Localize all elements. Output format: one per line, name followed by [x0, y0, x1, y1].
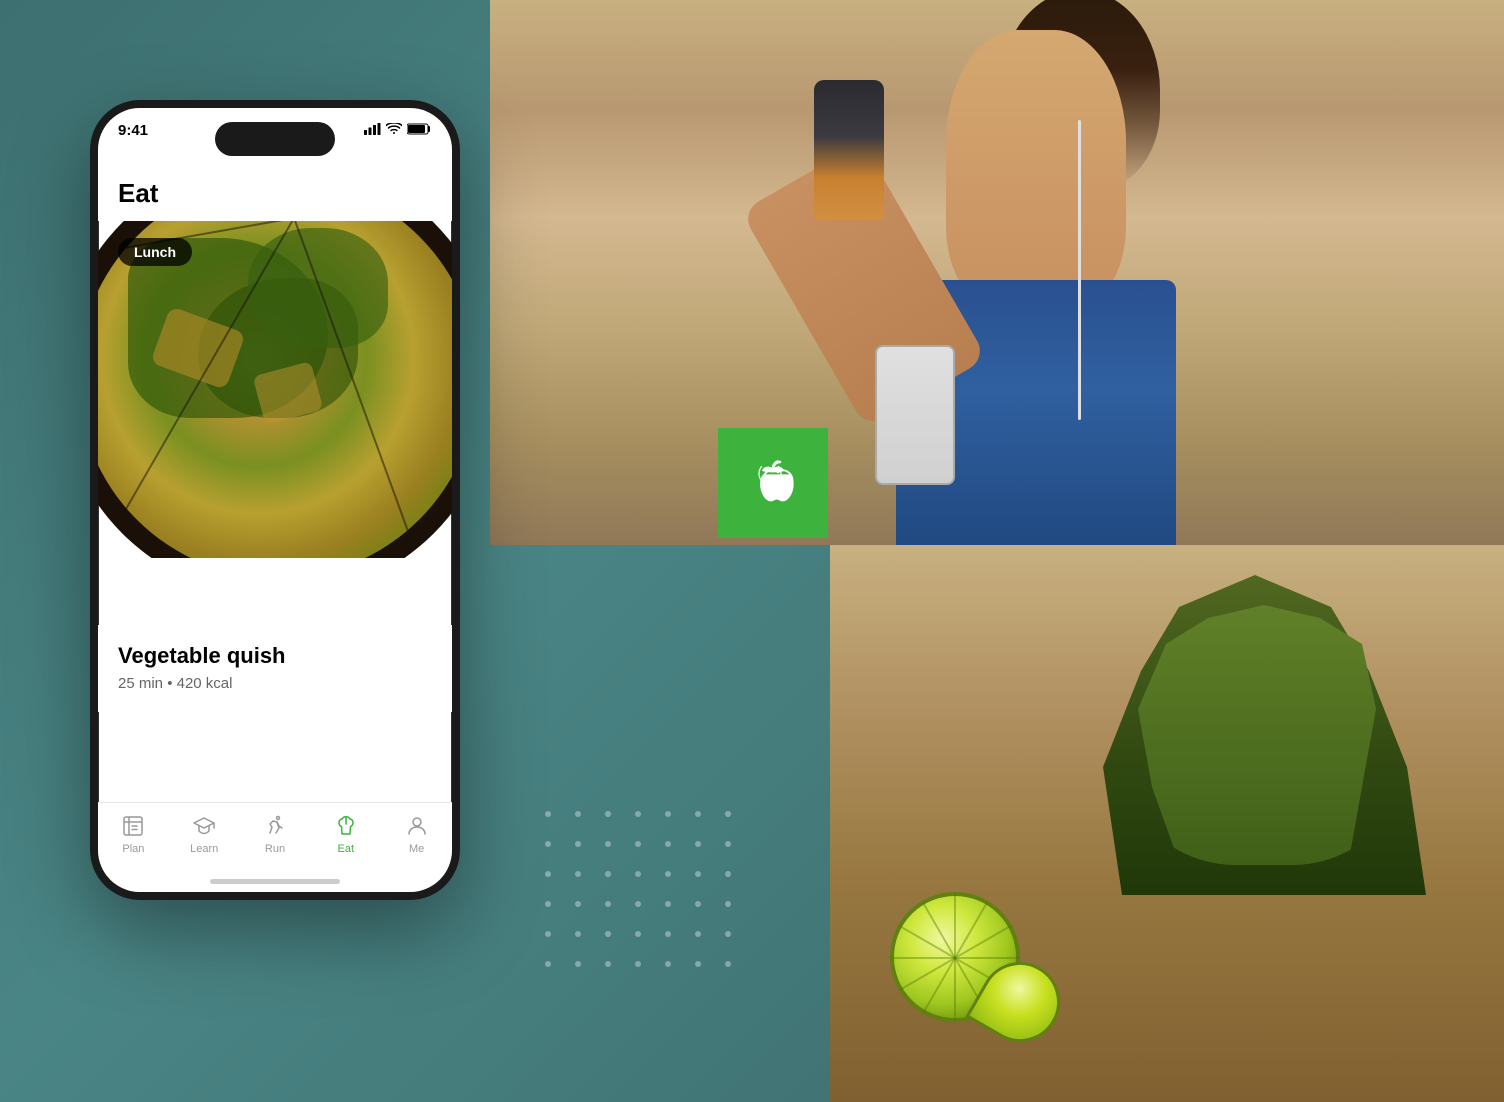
eat-label: Eat	[338, 843, 355, 855]
status-icons	[364, 123, 432, 135]
woman-photo	[490, 0, 1504, 545]
plan-label: Plan	[122, 843, 144, 855]
nav-item-me[interactable]: Me	[381, 813, 452, 855]
nav-item-eat[interactable]: Eat	[310, 813, 381, 855]
learn-icon	[191, 813, 217, 839]
signal-icon	[364, 123, 381, 135]
status-time: 9:41	[118, 122, 148, 139]
food-name: Vegetable quish	[118, 643, 432, 669]
nav-item-run[interactable]: Run	[240, 813, 311, 855]
home-indicator	[210, 879, 340, 884]
run-label: Run	[265, 843, 285, 855]
learn-label: Learn	[190, 843, 218, 855]
me-icon	[404, 813, 430, 839]
dot-pattern-bottom-center	[540, 806, 730, 972]
dynamic-island	[215, 122, 335, 156]
food-meta: 25 min • 420 kcal	[118, 675, 432, 692]
lunch-badge: Lunch	[118, 238, 192, 266]
food-card[interactable]: Lunch Vegetable quish 25 min • 420 kcal	[98, 218, 452, 802]
nav-item-learn[interactable]: Learn	[169, 813, 240, 855]
plan-icon	[120, 813, 146, 839]
battery-icon	[407, 123, 432, 135]
phone-wrapper: 9:41	[90, 100, 490, 920]
me-label: Me	[409, 843, 424, 855]
app-icon-green	[718, 428, 828, 538]
herbs-photo	[830, 545, 1504, 1102]
eat-icon	[333, 813, 359, 839]
food-info: Vegetable quish 25 min • 420 kcal	[98, 625, 452, 712]
wifi-icon	[386, 123, 402, 135]
run-icon	[262, 813, 288, 839]
phone-title: Eat	[118, 178, 432, 209]
phone-header: Eat	[98, 168, 452, 221]
phone-device: 9:41	[90, 100, 460, 900]
nav-item-plan[interactable]: Plan	[98, 813, 169, 855]
